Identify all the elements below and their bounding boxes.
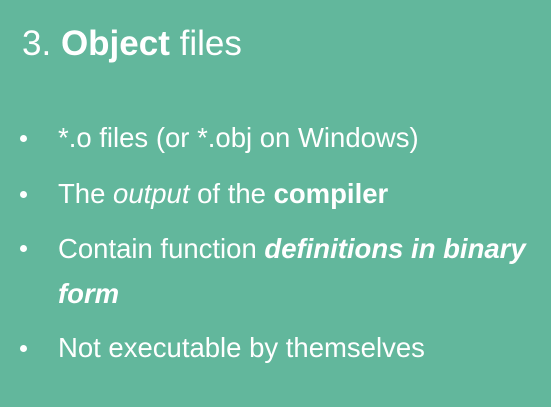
bullet-dot-icon bbox=[20, 135, 27, 142]
bullet-text-part: The bbox=[58, 178, 106, 209]
title-rest: files bbox=[179, 24, 242, 63]
bullet-item: *.o files (or *.obj on Windows) bbox=[0, 114, 551, 162]
bullet-bold-text: compiler bbox=[273, 178, 389, 209]
slide: 3. Object files *.o files (or *.obj on W… bbox=[0, 0, 551, 407]
bullet-dot-icon bbox=[20, 191, 27, 198]
bullet-text-part: of the bbox=[197, 178, 266, 209]
bullet-text: *.o files (or *.obj on Windows) bbox=[58, 122, 419, 153]
bullet-list: *.o files (or *.obj on Windows) The outp… bbox=[0, 114, 551, 380]
bullet-item: The output of the compiler bbox=[0, 170, 551, 218]
bullet-italic-text: output bbox=[113, 178, 190, 209]
bullet-item: Not executable by themselves bbox=[0, 324, 551, 372]
title-bold-word: Object bbox=[60, 24, 170, 63]
bullet-text: Not executable by themselves bbox=[58, 332, 425, 363]
slide-title: 3. Object files bbox=[22, 22, 242, 66]
bullet-dot-icon bbox=[20, 345, 27, 352]
bullet-text-part: Contain function bbox=[58, 233, 257, 264]
title-number: 3. bbox=[22, 24, 52, 63]
bullet-item: Contain function definitions in binary f… bbox=[0, 226, 551, 316]
bullet-dot-icon bbox=[20, 245, 27, 252]
